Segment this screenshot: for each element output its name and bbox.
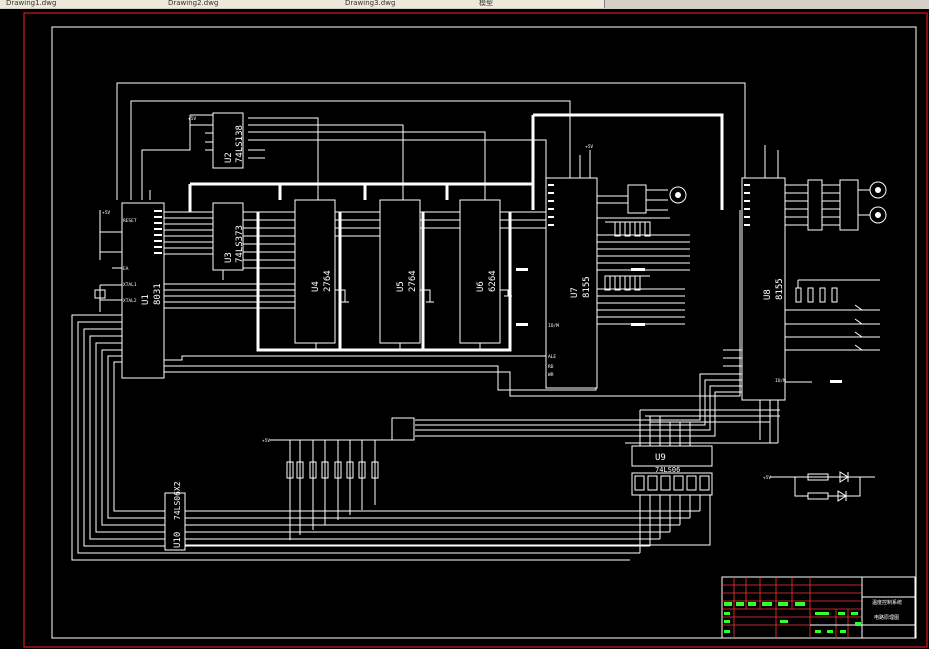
driver-u7: [627, 184, 647, 214]
pin-u8-io-m: IO/M: [775, 378, 786, 384]
net-label-4: +5V: [763, 475, 771, 481]
u1-part: 8031: [153, 283, 163, 305]
tab-drawing-1[interactable]: Drawing1.dwg: [0, 0, 167, 8]
pin-xtal2: XTAL2: [123, 298, 137, 304]
u3-part: 74LS373: [235, 225, 245, 263]
u1-ref: U1: [141, 294, 151, 305]
net-label-2: +5V: [102, 210, 110, 216]
title-line-2: 电路原理图: [874, 614, 899, 621]
title-line-1: 温度控制系统: [872, 599, 902, 606]
pin-reset: RESET: [123, 218, 137, 224]
u8-part: 8155: [775, 278, 785, 300]
u4-part: 2764: [323, 270, 333, 292]
pin-rd: RD: [548, 364, 554, 370]
chip-u9-body[interactable]: [631, 445, 713, 467]
u4-ref: U4: [311, 281, 321, 292]
tab-drawing-3[interactable]: Drawing3.dwg: [339, 0, 478, 8]
u10-part: 74LS06X2: [173, 481, 182, 520]
driver-u8a: [807, 179, 823, 231]
pin-wr: WR: [548, 372, 554, 378]
pin-io-m: IO/M: [548, 323, 559, 329]
pin-vcc: +5V: [585, 144, 593, 150]
u7-ref: U7: [570, 287, 580, 298]
u8-ref: U8: [763, 289, 773, 300]
schematic-canvas[interactable]: U1 8031 U2 74LS138 U3 74LS373 U4 2764 U5…: [0, 9, 929, 649]
u5-part: 2764: [408, 270, 418, 292]
u2-part: 74LS138: [235, 125, 245, 163]
u6-part: 6264: [488, 270, 498, 292]
pin-ale: ALE: [548, 354, 556, 360]
u7-part: 8155: [582, 276, 592, 298]
tab-model[interactable]: 模型: [473, 0, 605, 8]
pin-ea: EA: [123, 266, 129, 272]
driver-u8b: [839, 179, 859, 231]
u5-ref: U5: [396, 281, 406, 292]
u10-ref: U10: [173, 532, 183, 548]
pin-xtal1: XTAL1: [123, 282, 137, 288]
net-label-1: +5V: [188, 116, 196, 122]
u9-ref: U9: [655, 453, 666, 463]
net-label-3: +5V: [262, 438, 270, 444]
u2-ref: U2: [224, 152, 234, 163]
u9-part: 74LS06: [655, 466, 680, 474]
u3-ref: U3: [224, 252, 234, 263]
tab-drawing-2[interactable]: Drawing2.dwg: [162, 0, 344, 8]
u6-ref: U6: [476, 281, 486, 292]
